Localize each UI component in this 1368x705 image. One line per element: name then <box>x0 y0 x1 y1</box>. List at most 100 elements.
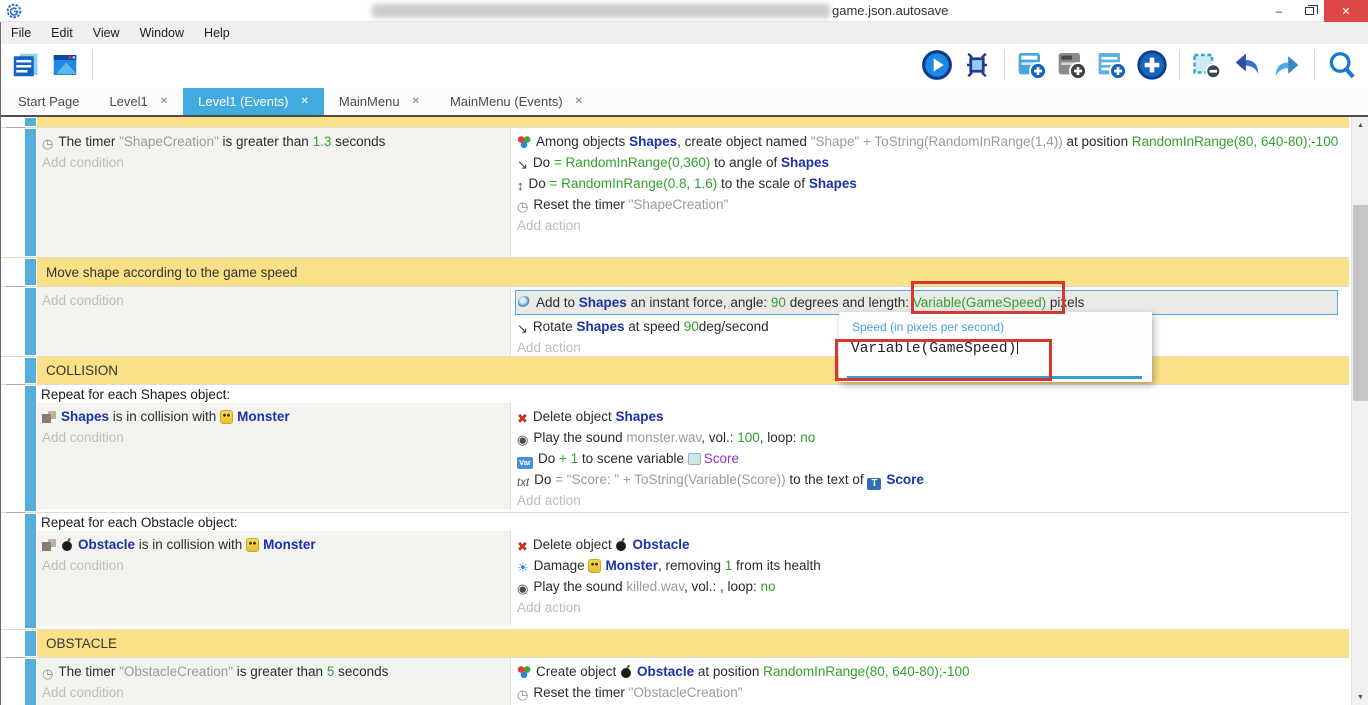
action-line[interactable]: ☀Damage Monster, removing 1 from its hea… <box>517 555 1341 576</box>
action-line[interactable]: ✖Delete object Shapes <box>517 406 1341 427</box>
damage-icon: ☀ <box>517 561 529 574</box>
delete-icon: ✖ <box>517 540 528 553</box>
tab-close-icon[interactable]: ✕ <box>412 96 420 107</box>
preview-play-icon[interactable] <box>921 49 953 81</box>
tab-close-icon[interactable]: ✕ <box>300 96 308 107</box>
scroll-down-arrow[interactable]: ▼ <box>1352 689 1368 705</box>
action-line[interactable]: Create object Obstacle at position Rando… <box>517 661 1341 682</box>
add-condition-button[interactable]: Add condition <box>42 555 504 576</box>
scroll-up-arrow[interactable]: ▲ <box>1352 117 1368 133</box>
sound-icon: ◉ <box>517 582 528 595</box>
foreach-event-header[interactable]: Repeat for each Obstacle object: <box>37 513 1349 531</box>
comment-row[interactable]: COLLISION <box>37 357 1349 384</box>
conditions-column: Shapes is in collision with MonsterAdd c… <box>37 403 511 509</box>
tab-close-icon[interactable]: ✕ <box>160 96 168 107</box>
search-icon[interactable] <box>1326 49 1358 81</box>
timer-icon: ◷ <box>42 137 53 150</box>
condition-line[interactable]: ◷The timer "ShapeCreation" is greater th… <box>42 131 504 152</box>
tab-label: Start Page <box>18 94 79 109</box>
action-line[interactable]: txtDo = "Score: " + ToString(Variable(Sc… <box>517 469 1341 490</box>
txt-icon: txt <box>517 478 529 490</box>
menu-help[interactable]: Help <box>194 22 240 44</box>
events-sheet-icon[interactable] <box>9 49 41 81</box>
condition-line[interactable]: Obstacle is in collision with Monster <box>42 534 504 555</box>
add-action-button[interactable]: Add action <box>517 215 1341 236</box>
brick-icon <box>42 411 56 423</box>
add-comment-icon[interactable] <box>1096 49 1128 81</box>
scroll-thumb[interactable] <box>1353 205 1368 401</box>
actions-column: ✖Delete object Shapes◉Play the sound mon… <box>511 403 1349 509</box>
condition-line[interactable]: ◷The timer "ObstacleCreation" is greater… <box>42 661 504 682</box>
scale-icon: ↕ <box>517 179 524 192</box>
action-line[interactable]: ✖Delete object Obstacle <box>517 534 1341 555</box>
event-drag-handle[interactable] <box>25 659 36 705</box>
add-condition-button[interactable]: Add condition <box>42 427 504 448</box>
comment-row-partial[interactable] <box>37 117 1349 127</box>
tab-level1-events[interactable]: Level1 (Events)✕ <box>183 88 324 115</box>
event-drag-handle[interactable] <box>25 514 36 628</box>
foreach-event-header[interactable]: Repeat for each Shapes object: <box>37 385 1349 403</box>
event-drag-handle[interactable] <box>25 259 36 285</box>
conditions-column: Add condition <box>37 287 511 356</box>
add-event-icon[interactable] <box>1016 49 1048 81</box>
menu-view[interactable]: View <box>83 22 130 44</box>
undo-icon[interactable] <box>1231 49 1263 81</box>
popup-label: Speed (in pixels per second) <box>839 312 1152 337</box>
event-drag-handle[interactable] <box>25 129 36 256</box>
comment-row[interactable]: Move shape according to the game speed <box>37 258 1349 286</box>
toolbar-separator <box>92 50 93 80</box>
action-line[interactable]: ↘Do = RandomInRange(0,360) to angle of S… <box>517 152 1341 173</box>
bomb-icon <box>61 538 73 551</box>
event-drag-handle[interactable] <box>25 386 36 511</box>
add-condition-button[interactable]: Add condition <box>42 682 504 703</box>
menu-file[interactable]: File <box>1 22 41 44</box>
add-action-button[interactable]: Add action <box>517 490 1341 511</box>
action-line[interactable]: VarDo + 1 to scene variable Score <box>517 448 1341 469</box>
menu-edit[interactable]: Edit <box>41 22 83 44</box>
tab-close-icon[interactable]: ✕ <box>575 96 583 107</box>
event-drag-handle[interactable] <box>25 288 36 355</box>
tab-level1[interactable]: Level1✕ <box>94 88 183 115</box>
tab-start-page[interactable]: Start Page <box>3 88 94 115</box>
conditions-column: ◷The timer "ObstacleCreation" is greater… <box>37 658 511 705</box>
condition-line[interactable]: Shapes is in collision with Monster <box>42 406 504 427</box>
app-window: game.json.autosave – ✕ FileEditViewWindo… <box>0 0 1368 705</box>
action-line[interactable]: ◷Reset the timer "ShapeCreation" <box>517 194 1341 215</box>
vertical-scrollbar[interactable]: ▲ ▼ <box>1351 117 1368 705</box>
event-drag-handle[interactable] <box>25 358 36 383</box>
add-condition-button[interactable]: Add condition <box>42 290 504 311</box>
sound-icon: ◉ <box>517 433 528 446</box>
monster-icon <box>220 410 233 424</box>
action-line[interactable]: Among objects Shapes, create object name… <box>517 131 1341 152</box>
toolbar <box>0 44 1368 88</box>
toolbar-separator <box>1004 50 1005 80</box>
conditions-column: ◷The timer "ShapeCreation" is greater th… <box>37 128 511 257</box>
scene-editor-icon[interactable] <box>49 49 81 81</box>
debug-icon[interactable] <box>961 49 993 81</box>
monster-icon <box>246 538 259 552</box>
title-bar: game.json.autosave – ✕ <box>0 0 1368 22</box>
close-button[interactable]: ✕ <box>1324 0 1368 22</box>
minimize-button[interactable]: – <box>1264 0 1294 22</box>
action-line[interactable]: ◉Play the sound killed.wav, vol.: , loop… <box>517 576 1341 597</box>
tab-label: MainMenu (Events) <box>450 94 563 109</box>
event-drag-handle[interactable] <box>25 118 36 126</box>
action-line[interactable]: ◷Reset the timer "ObstacleCreation" <box>517 682 1341 703</box>
restore-button[interactable] <box>1294 0 1324 22</box>
add-action-button[interactable]: Add action <box>517 597 1341 618</box>
tab-mainmenu[interactable]: MainMenu✕ <box>324 88 435 115</box>
add-condition-button[interactable]: Add condition <box>42 152 504 173</box>
action-line[interactable]: ◉Play the sound monster.wav, vol.: 100, … <box>517 427 1341 448</box>
comment-row[interactable]: OBSTACLE <box>37 630 1349 657</box>
bomb-icon <box>620 665 632 678</box>
redo-icon[interactable] <box>1271 49 1303 81</box>
add-plus-icon[interactable] <box>1136 49 1168 81</box>
menu-window[interactable]: Window <box>130 22 194 44</box>
action-line[interactable]: ↕Do = RandomInRange(0.8, 1.6) to the sca… <box>517 173 1341 194</box>
add-subevent-icon[interactable] <box>1056 49 1088 81</box>
event-drag-handle[interactable] <box>25 631 36 656</box>
textobj-icon: T <box>867 478 881 490</box>
tab-mainmenu-events[interactable]: MainMenu (Events) ✕ <box>435 88 598 115</box>
delete-event-icon[interactable] <box>1191 49 1223 81</box>
force-icon <box>518 296 531 309</box>
